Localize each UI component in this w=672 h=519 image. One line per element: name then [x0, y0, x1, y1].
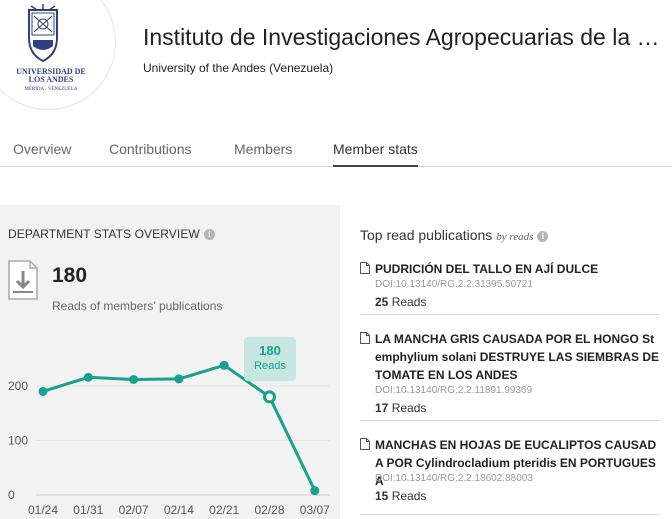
x-tick-label: 01/24 — [28, 503, 58, 517]
reads-series-line — [42, 363, 317, 492]
top-publications-panel: Top read publications by reads i PUDRICIÓ… — [360, 205, 672, 519]
y-tick-label: 0 — [8, 488, 15, 502]
department-stats-panel: DEPARTMENT STATS OVERVIEW i 180 Reads of … — [0, 205, 340, 519]
tab-member-stats[interactable]: Member stats — [333, 141, 418, 167]
y-tick-label: 200 — [8, 379, 28, 393]
institution-subtitle[interactable]: University of the Andes (Venezuela) — [143, 61, 333, 75]
data-point — [310, 486, 320, 496]
tab-overview[interactable]: Overview — [13, 141, 71, 165]
publication-doi: DOI:10.13140/RG.2.2.18602.88003 — [375, 473, 533, 484]
institution-title: Instituto de Investigaciones Agropecuari… — [143, 24, 663, 50]
data-point — [263, 390, 276, 404]
publication-item: MANCHAS EN HOJAS DE EUCALIPTOS CAUSADA P… — [360, 436, 660, 515]
document-icon — [360, 438, 370, 450]
publication-title[interactable]: LA MANCHA GRIS CAUSADA POR EL HONGO Stem… — [375, 330, 660, 384]
data-point — [38, 386, 48, 396]
university-crest-icon — [28, 4, 58, 63]
tooltip-label: Reads — [254, 360, 286, 372]
x-tick-label: 02/28 — [254, 503, 284, 517]
y-tick-label: 100 — [8, 434, 28, 448]
university-logo: UNIVERSIDAD DE LOS ANDES MÉRIDA · VENEZU… — [0, 0, 116, 110]
publication-item: PUDRICIÓN DEL TALLO EN AJÍ DULCE DOI:10.… — [360, 260, 660, 315]
x-tick-label: 03/07 — [300, 503, 330, 517]
logo-wordmark: UNIVERSIDAD DE LOS ANDES MÉRIDA · VENEZU… — [16, 67, 86, 93]
data-point — [83, 372, 93, 382]
publication-item: LA MANCHA GRIS CAUSADA POR EL HONGO Stem… — [360, 330, 660, 421]
tab-members[interactable]: Members — [234, 141, 292, 165]
document-icon — [360, 332, 370, 344]
tooltip-value: 180 — [259, 343, 281, 358]
x-tick-label: 02/07 — [119, 503, 149, 517]
publication-reads: 17 Reads — [375, 401, 427, 415]
data-point — [129, 374, 139, 384]
profile-tabs: Overview Contributions Members Member st… — [0, 140, 672, 167]
x-tick-label: 02/14 — [164, 503, 194, 517]
document-icon — [360, 262, 370, 274]
publication-title[interactable]: PUDRICIÓN DEL TALLO EN AJÍ DULCE — [375, 260, 660, 278]
tab-contributions[interactable]: Contributions — [109, 141, 192, 165]
data-point — [219, 360, 229, 370]
x-tick-label: 02/21 — [209, 503, 239, 517]
chart-tooltip: 180 Reads — [244, 337, 296, 381]
publications-heading: Top read publications by reads i — [360, 227, 549, 243]
info-icon[interactable]: i — [537, 230, 549, 242]
publication-reads: 25 Reads — [375, 295, 427, 309]
data-point — [174, 374, 184, 384]
publication-doi: DOI:10.13140/RG.2.2.11891.99369 — [375, 385, 533, 396]
publication-doi: DOI:10.13140/RG.2.2.31395.50721 — [375, 279, 533, 290]
publication-reads: 15 Reads — [375, 489, 427, 503]
x-tick-label: 01/31 — [73, 503, 103, 517]
